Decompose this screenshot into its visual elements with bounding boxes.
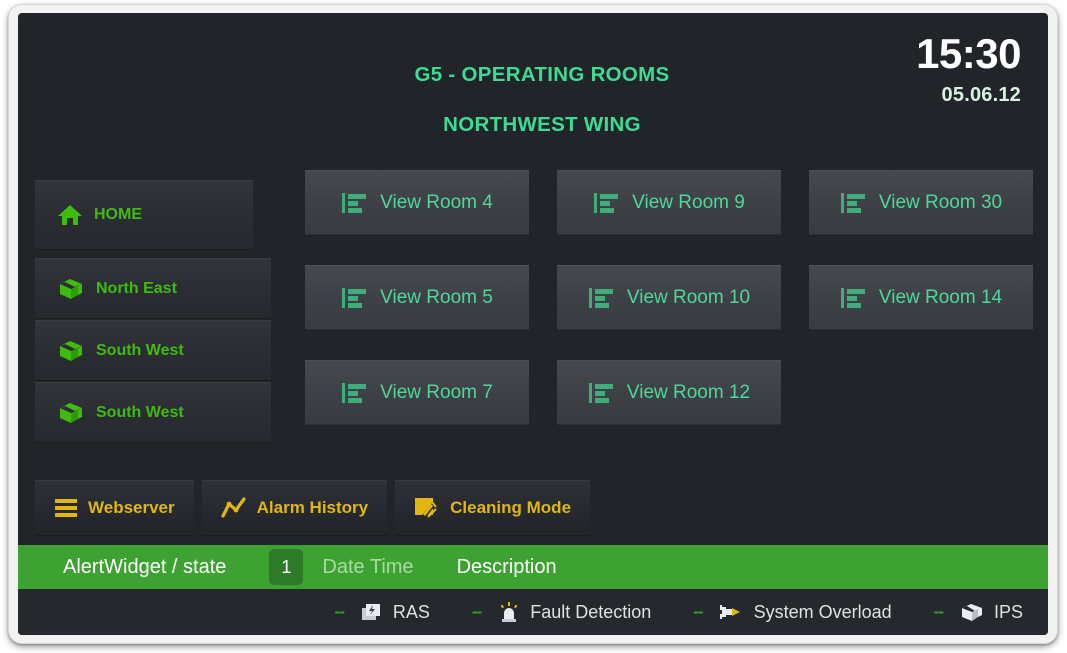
flash-document-icon [361, 602, 383, 622]
application-window: G5 - OPERATING ROOMS NORTHWEST WING 15:3… [0, 0, 1067, 653]
sidebar-item-south-west-2[interactable]: South West [35, 382, 271, 443]
box-icon [57, 339, 85, 363]
home-icon [57, 203, 83, 227]
alert-count-badge: 1 [269, 549, 303, 585]
status-dash: -- [934, 602, 943, 622]
list-bars-icon [341, 380, 367, 406]
alert-column-description: Description [457, 556, 557, 579]
sidebar-item-home[interactable]: HOME [35, 180, 253, 250]
list-bars-icon [588, 380, 614, 406]
alert-widget-title: AlertWidget / state [63, 556, 226, 579]
list-bars-icon [840, 285, 866, 311]
room-button-7[interactable]: View Room 7 [305, 360, 529, 425]
hamburger-menu-icon [54, 497, 78, 519]
list-bars-icon [341, 285, 367, 311]
status-item-ips[interactable]: -- IPS [934, 602, 1023, 623]
content-area: HOME North East [18, 161, 1048, 545]
power-plug-icon [720, 602, 744, 622]
room-button-grid: View Room 4 View Room 9 [305, 170, 1033, 425]
room-button-9[interactable]: View Room 9 [557, 170, 781, 235]
alarm-history-button[interactable]: Alarm History [202, 480, 387, 536]
clock-time: 15:30 [916, 33, 1021, 75]
wipe-hand-icon [414, 496, 440, 520]
status-dash: -- [472, 602, 481, 622]
status-item-system-overload[interactable]: -- System Overload [693, 602, 891, 623]
line-chart-icon [221, 497, 247, 519]
box-icon [57, 401, 85, 425]
status-label: RAS [393, 602, 430, 623]
status-label: System Overload [754, 602, 892, 623]
header: G5 - OPERATING ROOMS NORTHWEST WING 15:3… [18, 13, 1048, 161]
alarm-siren-icon [498, 601, 520, 623]
alarm-history-label: Alarm History [257, 498, 368, 518]
alert-widget-bar[interactable]: AlertWidget / state 1 Date Time Descript… [18, 545, 1048, 589]
clock-date: 05.06.12 [916, 84, 1021, 107]
room-button-label: View Room 7 [380, 382, 493, 404]
status-dash: -- [335, 602, 344, 622]
room-button-label: View Room 12 [627, 382, 750, 404]
status-label: IPS [994, 602, 1023, 623]
sidebar-item-north-east[interactable]: North East [35, 258, 271, 319]
header-titles: G5 - OPERATING ROOMS NORTHWEST WING [18, 63, 1048, 137]
sidebar-item-label: North East [96, 280, 177, 298]
cleaning-mode-button[interactable]: Cleaning Mode [395, 480, 590, 536]
cleaning-mode-label: Cleaning Mode [450, 498, 571, 518]
page-title: G5 - OPERATING ROOMS [36, 63, 1048, 87]
room-button-label: View Room 10 [627, 287, 750, 309]
box-icon [960, 602, 984, 623]
room-button-label: View Room 30 [879, 192, 1002, 214]
status-dash: -- [693, 602, 702, 622]
box-icon [57, 277, 85, 301]
sidebar: HOME North East [35, 180, 271, 444]
sidebar-item-label: HOME [94, 206, 142, 224]
status-label: Fault Detection [530, 602, 651, 623]
room-button-label: View Room 14 [879, 287, 1002, 309]
room-button-30[interactable]: View Room 30 [809, 170, 1033, 235]
status-item-fault-detection[interactable]: -- Fault Detection [472, 601, 651, 623]
page-subtitle: NORTHWEST WING [36, 113, 1048, 137]
hmi-panel: G5 - OPERATING ROOMS NORTHWEST WING 15:3… [18, 13, 1048, 635]
list-bars-icon [588, 285, 614, 311]
sidebar-item-label: South West [96, 342, 184, 360]
room-button-5[interactable]: View Room 5 [305, 265, 529, 330]
list-bars-icon [840, 190, 866, 216]
room-button-14[interactable]: View Room 14 [809, 265, 1033, 330]
alert-column-datetime: Date Time [322, 556, 413, 579]
room-button-label: View Room 9 [632, 192, 745, 214]
webserver-button[interactable]: Webserver [35, 480, 194, 536]
bottom-toolbar: Webserver Alarm History [35, 480, 590, 536]
list-bars-icon [593, 190, 619, 216]
room-button-label: View Room 4 [380, 192, 493, 214]
status-item-ras[interactable]: -- RAS [335, 602, 430, 623]
sidebar-item-label: South West [96, 404, 184, 422]
room-button-12[interactable]: View Room 12 [557, 360, 781, 425]
clock: 15:30 05.06.12 [916, 33, 1021, 107]
webserver-label: Webserver [88, 498, 175, 518]
status-bar: -- RAS -- [18, 589, 1048, 635]
sidebar-item-south-west-1[interactable]: South West [35, 320, 271, 381]
room-button-4[interactable]: View Room 4 [305, 170, 529, 235]
list-bars-icon [341, 190, 367, 216]
room-button-10[interactable]: View Room 10 [557, 265, 781, 330]
room-button-label: View Room 5 [380, 287, 493, 309]
